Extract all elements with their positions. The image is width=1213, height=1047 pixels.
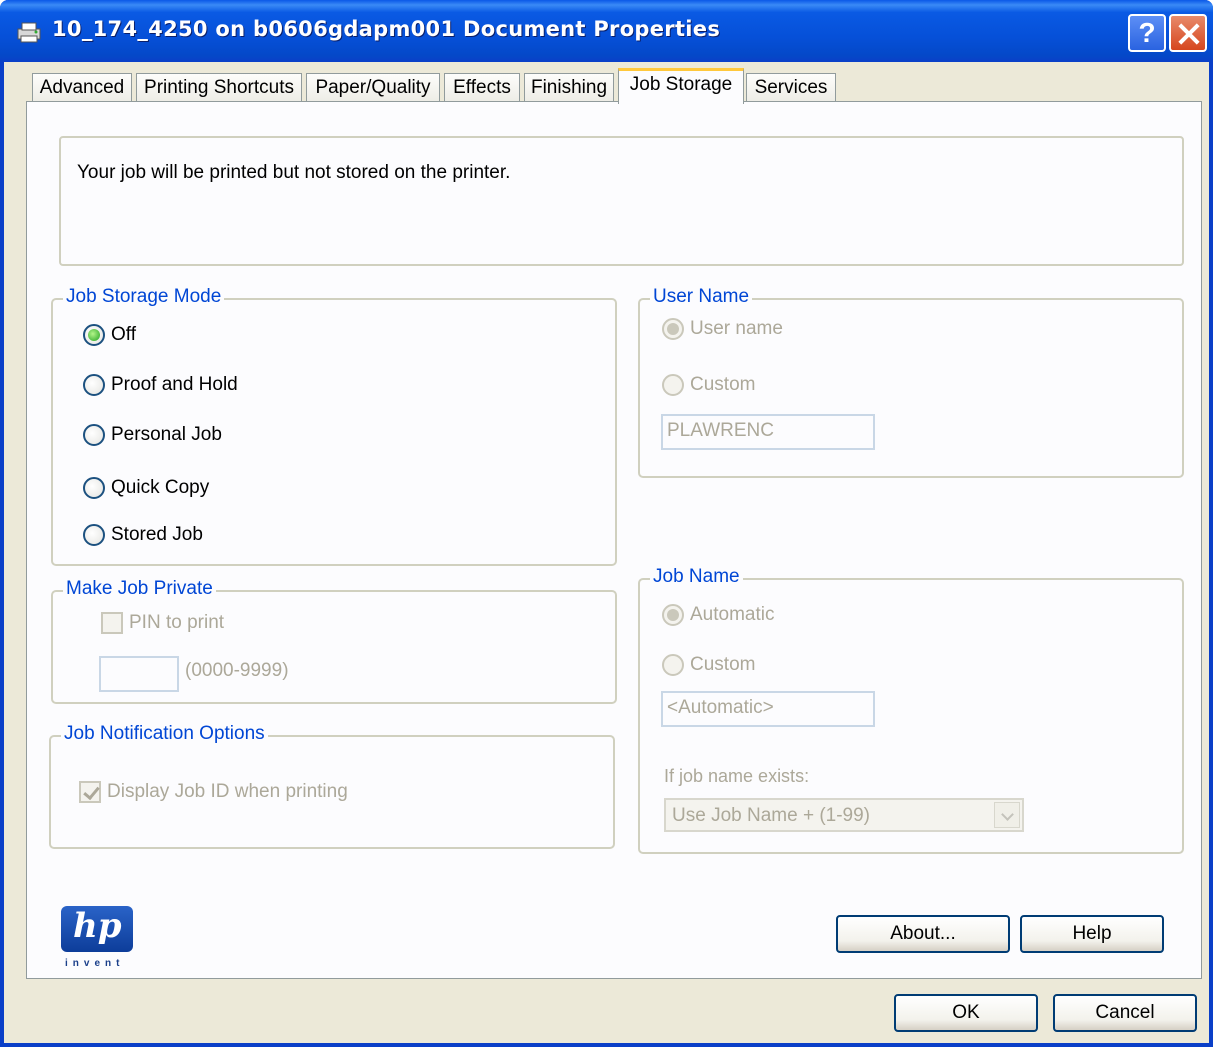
radio-user-custom-label: Custom bbox=[690, 374, 756, 395]
display-job-id-checkbox[interactable] bbox=[79, 781, 101, 803]
radio-user-custom[interactable] bbox=[662, 374, 684, 396]
printer-icon bbox=[17, 22, 41, 43]
tab-paper-quality[interactable]: Paper/Quality bbox=[306, 73, 440, 104]
job-notification-group: Job Notification Options Display Job ID … bbox=[49, 723, 615, 849]
radio-proof-and-hold[interactable] bbox=[83, 374, 105, 396]
radio-user-name-label: User name bbox=[690, 318, 783, 339]
close-button[interactable] bbox=[1169, 14, 1207, 52]
radio-quick-copy[interactable] bbox=[83, 477, 105, 499]
help-title-button[interactable]: ? bbox=[1128, 14, 1166, 52]
tab-job-storage[interactable]: Job Storage bbox=[618, 68, 744, 104]
job-name-legend: Job Name bbox=[650, 566, 743, 588]
radio-off-label: Off bbox=[111, 324, 136, 345]
radio-off[interactable] bbox=[83, 324, 105, 346]
pin-input[interactable] bbox=[99, 656, 179, 692]
job-name-exists-select[interactable]: Use Job Name + (1-99) bbox=[664, 798, 1024, 832]
radio-personal-job-label: Personal Job bbox=[111, 424, 222, 445]
pin-range-label: (0000-9999) bbox=[185, 660, 289, 681]
radio-personal-job[interactable] bbox=[83, 424, 105, 446]
tab-printing-shortcuts[interactable]: Printing Shortcuts bbox=[136, 73, 302, 104]
radio-automatic-label: Automatic bbox=[690, 604, 775, 625]
tab-services[interactable]: Services bbox=[746, 73, 836, 104]
ok-button[interactable]: OK bbox=[894, 994, 1038, 1032]
job-name-group: Job Name Automatic Custom <Automatic> If… bbox=[638, 566, 1184, 854]
make-job-private-legend: Make Job Private bbox=[63, 578, 216, 600]
chevron-down-icon[interactable] bbox=[994, 802, 1020, 828]
pin-to-print-label: PIN to print bbox=[129, 612, 225, 633]
document-properties-window: 10_174_4250 on b0606gdapm001 Document Pr… bbox=[0, 0, 1213, 1047]
job-name-input[interactable]: <Automatic> bbox=[661, 691, 875, 727]
status-message: Your job will be printed but not stored … bbox=[77, 162, 511, 183]
window-title: 10_174_4250 on b0606gdapm001 Document Pr… bbox=[52, 17, 721, 41]
radio-proof-and-hold-label: Proof and Hold bbox=[111, 374, 238, 395]
hp-invent-tagline: invent bbox=[65, 958, 125, 969]
tab-effects[interactable]: Effects bbox=[444, 73, 520, 104]
radio-automatic[interactable] bbox=[662, 604, 684, 626]
radio-user-name[interactable] bbox=[662, 318, 684, 340]
cancel-button[interactable]: Cancel bbox=[1053, 994, 1197, 1032]
job-notification-legend: Job Notification Options bbox=[61, 723, 268, 745]
pin-to-print-checkbox[interactable] bbox=[101, 612, 123, 634]
status-message-box: Your job will be printed but not stored … bbox=[59, 136, 1184, 266]
radio-job-custom[interactable] bbox=[662, 654, 684, 676]
radio-quick-copy-label: Quick Copy bbox=[111, 477, 210, 498]
hp-logo-text: hp bbox=[73, 906, 122, 946]
user-name-legend: User Name bbox=[650, 286, 753, 308]
tab-advanced[interactable]: Advanced bbox=[32, 73, 132, 104]
display-job-id-label: Display Job ID when printing bbox=[107, 781, 348, 802]
user-name-group: User Name User name Custom PLAWRENC bbox=[638, 286, 1184, 478]
user-name-input[interactable]: PLAWRENC bbox=[661, 414, 875, 450]
job-storage-mode-group: Job Storage Mode Off Proof and Hold Pers… bbox=[51, 286, 617, 566]
radio-stored-job[interactable] bbox=[83, 524, 105, 546]
help-button[interactable]: Help bbox=[1020, 915, 1164, 953]
make-job-private-group: Make Job Private PIN to print (0000-9999… bbox=[51, 578, 617, 704]
about-button[interactable]: About... bbox=[836, 915, 1010, 953]
title-bar[interactable]: 10_174_4250 on b0606gdapm001 Document Pr… bbox=[0, 0, 1213, 62]
job-name-exists-label: If job name exists: bbox=[664, 766, 810, 786]
job-storage-mode-legend: Job Storage Mode bbox=[63, 286, 225, 308]
radio-stored-job-label: Stored Job bbox=[111, 524, 203, 545]
radio-job-custom-label: Custom bbox=[690, 654, 756, 675]
hp-logo: hp bbox=[61, 906, 133, 952]
job-name-exists-value: Use Job Name + (1-99) bbox=[672, 805, 870, 826]
tab-finishing[interactable]: Finishing bbox=[524, 73, 614, 104]
job-storage-panel: Your job will be printed but not stored … bbox=[26, 101, 1202, 979]
